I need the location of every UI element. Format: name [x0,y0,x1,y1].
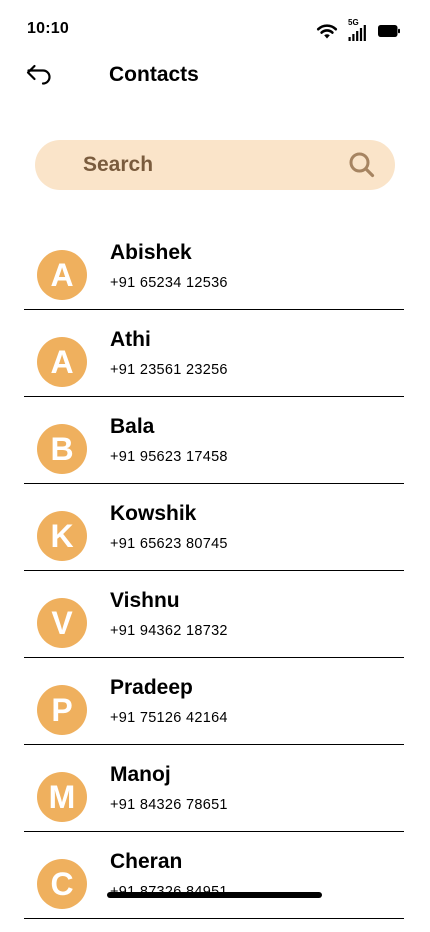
avatar: M [37,772,87,822]
back-button[interactable] [24,62,54,90]
status-time: 10:10 [27,20,69,37]
contact-row[interactable]: A Abishek +91 65234 12536 [0,223,430,310]
back-arrow-icon [25,63,53,90]
contact-phone: +91 84326 78651 [110,797,228,813]
contact-name: Athi [110,328,151,351]
avatar: V [37,598,87,648]
contact-row[interactable]: V Vishnu +91 94362 18732 [0,571,430,658]
contact-row[interactable]: B Bala +91 95623 17458 [0,397,430,484]
contact-row[interactable]: M Manoj +91 84326 78651 [0,745,430,832]
avatar: K [37,511,87,561]
contact-name: Manoj [110,763,171,786]
contact-phone: +91 65234 12536 [110,275,228,291]
page-title: Contacts [109,63,199,86]
contact-name: Cheran [110,850,183,873]
avatar: C [37,859,87,909]
contact-name: Vishnu [110,589,180,612]
avatar: P [37,685,87,735]
header: Contacts [0,56,430,96]
status-bar: 10:10 5G [0,0,430,60]
status-icons: 5G [316,19,400,42]
contact-row[interactable]: K Kowshik +91 65623 80745 [0,484,430,571]
contact-phone: +91 94362 18732 [110,623,228,639]
contact-row[interactable]: P Pradeep +91 75126 42164 [0,658,430,745]
battery-icon [378,25,400,37]
contact-phone: +91 75126 42164 [110,710,228,726]
avatar: A [37,250,87,300]
wifi-icon [316,23,338,40]
home-indicator[interactable] [107,892,322,898]
avatar: B [37,424,87,474]
contact-phone: +91 95623 17458 [110,449,228,465]
contact-phone: +91 65623 80745 [110,536,228,552]
contact-name: Bala [110,415,155,438]
search-icon[interactable] [349,152,375,178]
contact-list: A Abishek +91 65234 12536 A Athi +91 235… [0,223,430,919]
signal-icon: 5G [348,19,368,42]
search-bar [35,140,395,190]
contact-name: Pradeep [110,676,193,699]
contact-name: Abishek [110,241,192,264]
contact-phone: +91 23561 23256 [110,362,228,378]
divider [24,918,404,919]
avatar: A [37,337,87,387]
contact-name: Kowshik [110,502,197,525]
contact-row[interactable]: A Athi +91 23561 23256 [0,310,430,397]
search-input[interactable] [35,140,335,190]
contact-row[interactable]: C Cheran +91 87326 84951 [0,832,430,919]
